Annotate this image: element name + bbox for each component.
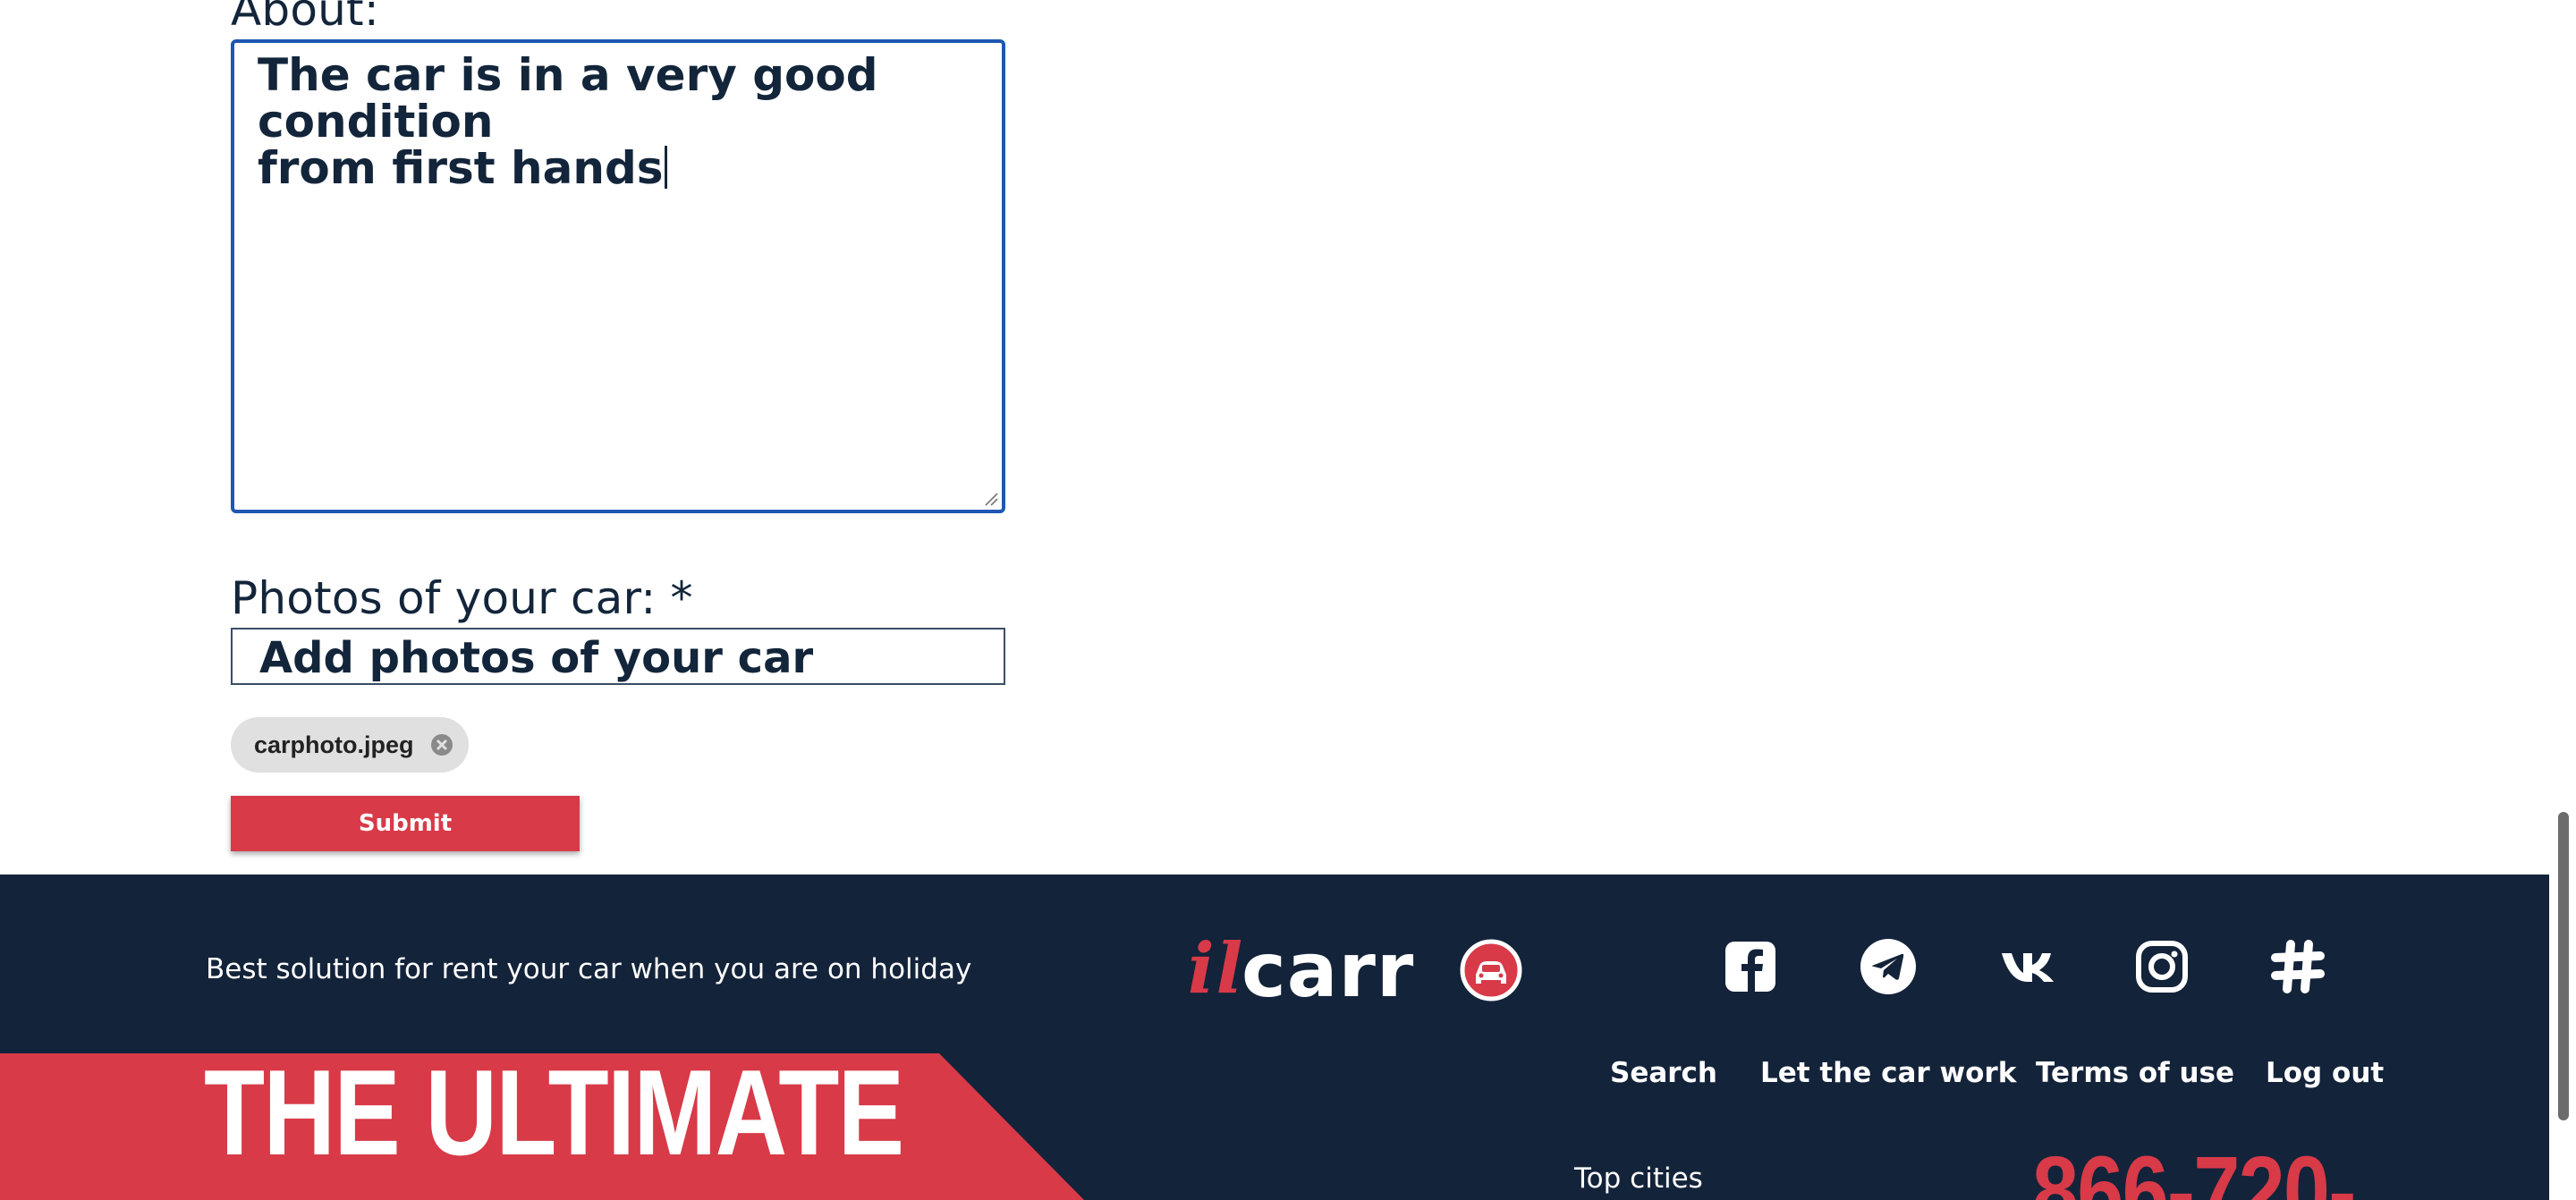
slack-icon[interactable]: [2268, 937, 2327, 996]
add-photos-input[interactable]: Add photos of your car: [231, 628, 1005, 685]
car-badge-icon: [1460, 939, 1522, 1001]
footer-nav-search[interactable]: Search: [1610, 1057, 1717, 1089]
file-chip: carphoto.jpeg: [231, 717, 469, 773]
telegram-icon[interactable]: [1859, 937, 1918, 996]
submit-button[interactable]: Submit: [231, 796, 580, 851]
remove-file-icon[interactable]: [429, 732, 454, 757]
banner-text: THE ULTIMATE: [204, 1044, 904, 1180]
form-area: About: The car is in a very good conditi…: [0, 0, 2549, 875]
file-chip-label: carphoto.jpeg: [254, 731, 414, 758]
scrollbar-thumb[interactable]: [2558, 812, 2569, 1120]
top-cities-heading: Top cities: [1574, 1162, 1703, 1195]
text-caret: [664, 146, 667, 189]
photos-label: Photos of your car: *: [231, 572, 693, 624]
logo-carr: carr: [1241, 926, 1415, 1014]
about-textarea[interactable]: The car is in a very good condition from…: [231, 39, 1005, 513]
phone-number[interactable]: 866-720-: [2032, 1143, 2356, 1200]
vk-icon[interactable]: [1998, 937, 2057, 996]
footer-tagline: Best solution for rent your car when you…: [206, 953, 972, 985]
instagram-icon[interactable]: [2132, 937, 2191, 996]
logo-il: il: [1188, 928, 1245, 1010]
facebook-icon[interactable]: [1721, 937, 1780, 996]
ilcarro-logo[interactable]: il carr: [1188, 926, 1524, 1014]
about-label: About:: [231, 0, 379, 36]
resize-grip-icon[interactable]: [982, 490, 998, 506]
about-text: The car is in a very good condition from…: [258, 49, 878, 194]
footer-nav-let-car-work[interactable]: Let the car work: [1760, 1057, 2016, 1089]
footer-nav-logout[interactable]: Log out: [2266, 1057, 2384, 1089]
footer-nav-terms[interactable]: Terms of use: [2036, 1057, 2234, 1089]
footer: Best solution for rent your car when you…: [0, 875, 2549, 1200]
